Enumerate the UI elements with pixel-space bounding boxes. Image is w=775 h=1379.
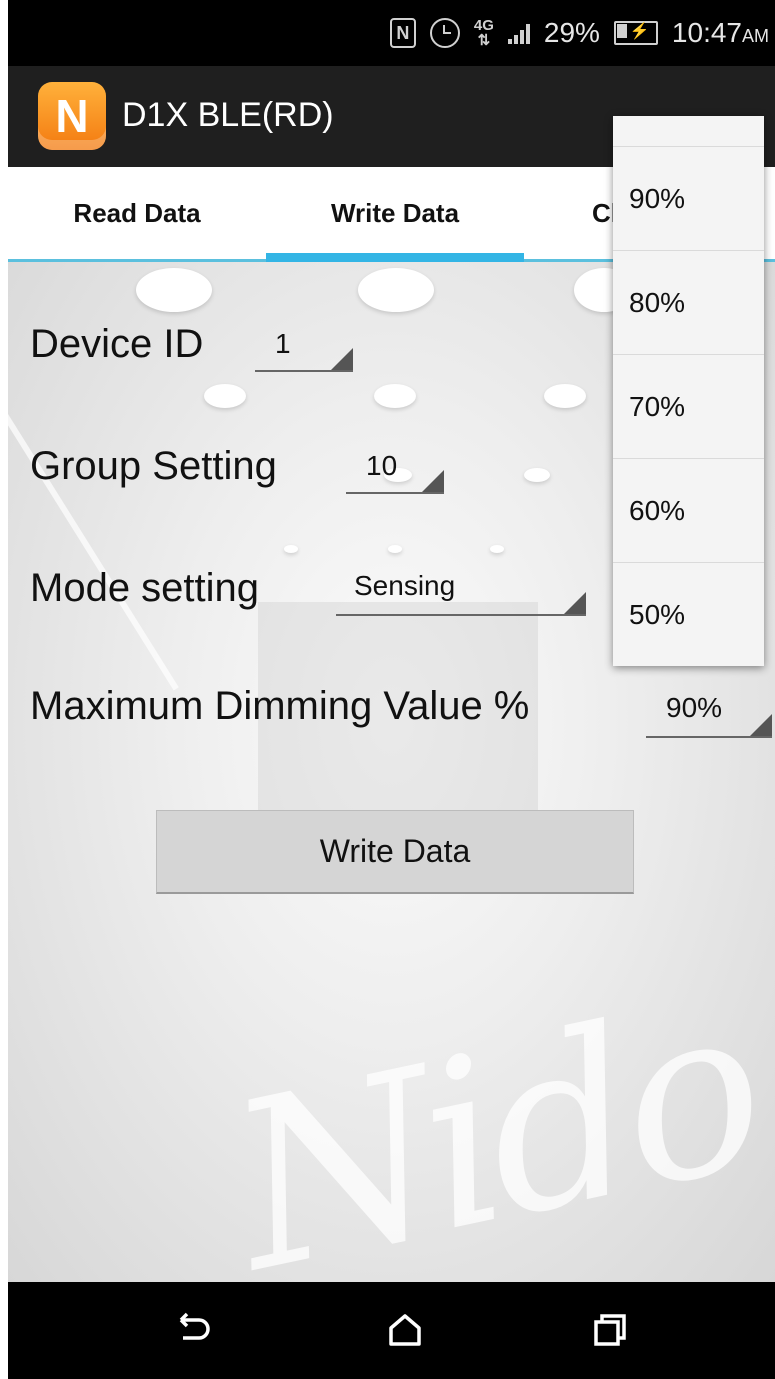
home-icon[interactable] (385, 1310, 425, 1350)
ceiling-light (204, 384, 246, 408)
spinner-arrow-icon (331, 348, 353, 370)
lte-icon: 4G ⇅ (473, 17, 494, 49)
back-icon[interactable] (173, 1310, 213, 1350)
ceiling-light (524, 468, 550, 482)
tab-write-data[interactable]: Write Data (266, 167, 524, 262)
dropdown-scroll-edge (613, 116, 764, 147)
light-beam (8, 382, 179, 691)
max-dimming-label: Maximum Dimming Value % (30, 684, 530, 728)
spinner-arrow-icon (422, 470, 444, 492)
app-title: D1X BLE(RD) (122, 96, 334, 134)
mode-setting-label: Mode setting (30, 566, 260, 610)
device-id-label: Device ID (30, 322, 204, 366)
dropdown-option[interactable]: 50% (613, 563, 764, 667)
ceiling-light (490, 545, 504, 553)
dropdown-option[interactable]: 60% (613, 459, 764, 563)
clock: 10:47AM (671, 17, 769, 48)
group-setting-label: Group Setting (30, 444, 277, 488)
nido-watermark: Nido (212, 953, 775, 1282)
status-bar: N 4G⇅ 29% 10:47AM (8, 0, 775, 66)
spinner-arrow-icon (564, 592, 586, 614)
mode-setting-spinner[interactable]: Sensing (336, 568, 586, 616)
network-label: 4G (473, 17, 494, 34)
ceiling-light (374, 384, 416, 408)
ceiling-light (388, 545, 402, 553)
navigation-bar (8, 1282, 775, 1379)
device-id-spinner[interactable]: 1 (255, 326, 353, 372)
device-id-value: 1 (275, 328, 291, 359)
dimming-dropdown: 90% 80% 70% 60% 50% (613, 116, 764, 666)
group-setting-spinner[interactable]: 10 (346, 448, 444, 494)
ceiling-light (136, 268, 212, 312)
dropdown-option[interactable]: 90% (613, 147, 764, 251)
nfc-icon: N (389, 18, 416, 48)
ceiling-light (358, 268, 434, 312)
max-dimming-spinner[interactable]: 90% (646, 690, 772, 738)
app-logo-icon: N (38, 82, 106, 150)
tab-selected-indicator (266, 253, 524, 262)
dropdown-option[interactable]: 70% (613, 355, 764, 459)
write-data-button[interactable]: Write Data (156, 810, 634, 894)
alarm-icon (429, 18, 460, 48)
group-setting-value: 10 (366, 450, 398, 481)
battery-percent: 29% (543, 17, 600, 48)
dropdown-option[interactable]: 80% (613, 251, 764, 355)
max-dimming-value: 90% (666, 692, 723, 723)
tab-read-data[interactable]: Read Data (8, 167, 266, 259)
mode-setting-value: Sensing (354, 570, 456, 601)
ceiling-light (284, 545, 298, 553)
recents-icon[interactable] (590, 1310, 630, 1350)
battery-icon (613, 21, 658, 45)
spinner-arrow-icon (750, 714, 772, 736)
signal-icon (507, 22, 530, 44)
ceiling-light (544, 384, 586, 408)
